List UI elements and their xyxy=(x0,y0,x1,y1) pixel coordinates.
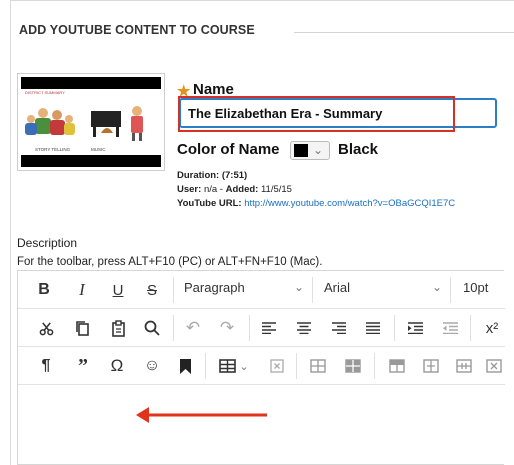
toolbar-row-2: ↶ ↷ x² xyxy=(18,309,505,347)
annotation-arrow-icon xyxy=(136,407,267,423)
thumbnail-label-left: STORY TELLING xyxy=(35,147,71,152)
cut-icon[interactable] xyxy=(38,318,54,338)
outdent-icon[interactable] xyxy=(441,318,459,338)
color-value: Black xyxy=(338,141,379,158)
search-icon[interactable] xyxy=(143,318,161,338)
paragraph-mark-icon[interactable]: ¶ xyxy=(38,356,54,376)
superscript-icon[interactable]: x² xyxy=(483,318,501,338)
paragraph-select[interactable]: Paragraph ⌄ xyxy=(184,280,304,300)
delete-col-icon[interactable] xyxy=(485,356,502,376)
insert-row-after-icon[interactable] xyxy=(422,356,439,376)
color-swatch xyxy=(294,144,308,157)
thumbnail-image: DISTRICT SUMMARY STORY TELLING MUSIC xyxy=(21,89,161,155)
redo-icon[interactable]: ↷ xyxy=(218,318,236,338)
chevron-down-icon: ⌄ xyxy=(313,143,324,157)
paste-icon[interactable] xyxy=(109,318,127,338)
rich-text-editor[interactable]: B I U S Paragraph ⌄ Arial ⌄ 10pt ↶ ↷ x² … xyxy=(17,270,505,465)
indent-icon[interactable] xyxy=(406,318,424,338)
name-label: Name xyxy=(193,81,234,98)
added-value: 11/5/15 xyxy=(260,184,292,195)
user-value: n/a xyxy=(203,184,218,195)
strikethrough-icon[interactable]: S xyxy=(144,280,160,300)
emoji-icon[interactable]: ☺ xyxy=(143,356,161,376)
undo-icon[interactable]: ↶ xyxy=(184,318,202,338)
font-family-select-value: Arial xyxy=(324,280,351,295)
delete-table-icon[interactable] xyxy=(269,356,285,376)
color-of-name-label: Color of Name xyxy=(177,141,280,158)
font-size-select-value: 10pt xyxy=(463,280,489,295)
special-character-icon[interactable]: Ω xyxy=(108,356,126,376)
align-right-icon[interactable] xyxy=(331,318,347,338)
added-label: Added: xyxy=(225,184,259,195)
section-title: ADD YOUTUBE CONTENT TO COURSE xyxy=(19,23,255,37)
paragraph-select-value: Paragraph xyxy=(184,280,245,295)
chevron-down-icon: ⌄ xyxy=(293,280,304,294)
description-label: Description xyxy=(17,236,78,250)
bookmark-icon[interactable] xyxy=(178,356,192,376)
underline-icon[interactable]: U xyxy=(110,280,126,300)
thumbnail-label-right: MUSIC xyxy=(91,147,106,152)
table-row-props-icon[interactable] xyxy=(309,356,326,376)
toolbar-row-1: B I U S Paragraph ⌄ Arial ⌄ 10pt xyxy=(18,271,505,309)
youtube-url-link[interactable]: http://www.youtube.com/watch?v=OBaGCQI1E… xyxy=(244,198,455,209)
url-label: YouTube URL: xyxy=(177,198,242,209)
blockquote-icon[interactable]: ” xyxy=(74,355,92,377)
duration-line: Duration: (7:51) xyxy=(177,170,247,181)
copy-icon[interactable] xyxy=(74,318,90,338)
duration-value: (7:51) xyxy=(221,170,248,181)
italic-icon[interactable]: I xyxy=(74,280,90,300)
insert-col-icon[interactable] xyxy=(455,356,472,376)
table-insert-button[interactable]: ⌄ xyxy=(217,356,251,376)
align-justify-icon[interactable] xyxy=(365,318,381,338)
video-thumbnail[interactable]: DISTRICT SUMMARY STORY TELLING MUSIC xyxy=(17,73,165,171)
bold-icon[interactable]: B xyxy=(36,280,52,300)
chevron-down-icon: ⌄ xyxy=(239,360,249,373)
name-input[interactable]: The Elizabethan Era - Summary xyxy=(179,98,497,128)
toolbar-hint: For the toolbar, press ALT+F10 (PC) or A… xyxy=(17,256,323,268)
title-divider xyxy=(294,32,514,33)
user-line: User: n/a - Added: 11/5/15 xyxy=(177,184,292,195)
insert-row-before-icon[interactable] xyxy=(388,356,405,376)
duration-label: Duration: xyxy=(177,170,220,181)
align-left-icon[interactable] xyxy=(261,318,277,338)
user-label: User: xyxy=(177,184,202,195)
chevron-down-icon: ⌄ xyxy=(431,280,442,294)
color-picker[interactable]: ⌄ xyxy=(290,141,330,160)
name-input-value: The Elizabethan Era - Summary xyxy=(188,106,383,121)
table-cell-props-icon[interactable] xyxy=(344,356,361,376)
align-center-icon[interactable] xyxy=(296,318,312,338)
font-size-select[interactable]: 10pt xyxy=(463,280,503,300)
font-family-select[interactable]: Arial ⌄ xyxy=(324,280,442,300)
toolbar-row-3: ¶ ” Ω ☺ ⌄ xyxy=(18,347,505,385)
url-line: YouTube URL: http://www.youtube.com/watc… xyxy=(177,198,455,209)
